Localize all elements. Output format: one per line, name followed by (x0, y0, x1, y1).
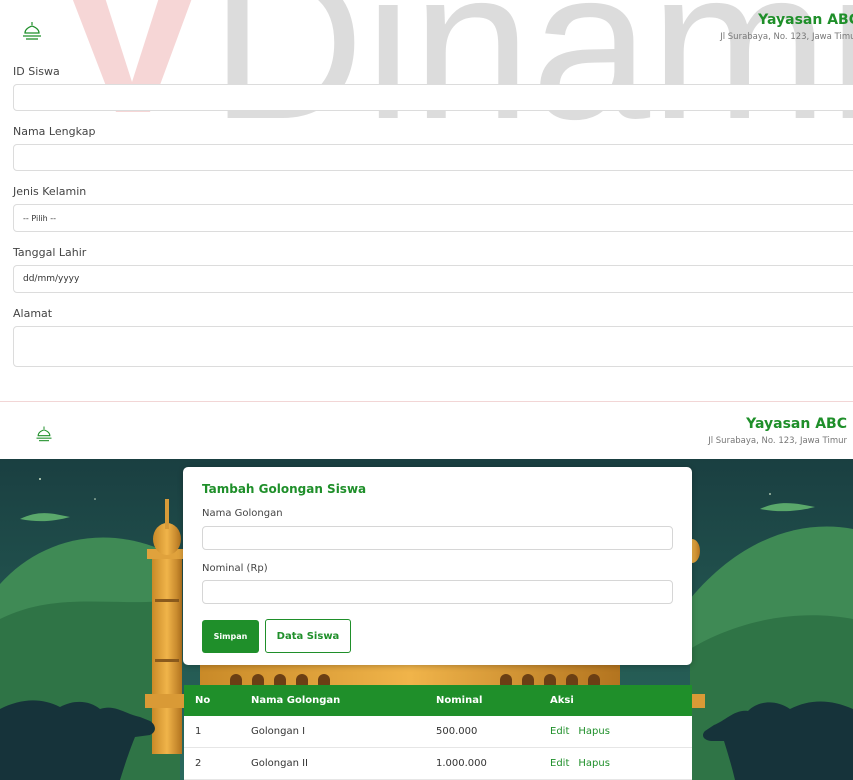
jenis-kelamin-label: Jenis Kelamin (13, 185, 87, 198)
nominal-input[interactable] (202, 580, 673, 604)
hapus-link[interactable]: Hapus (578, 726, 610, 737)
edit-link[interactable]: Edit (550, 758, 569, 769)
nama-lengkap-input[interactable] (13, 144, 853, 171)
hapus-link[interactable]: Hapus (578, 758, 610, 769)
nama-golongan-input[interactable] (202, 526, 673, 550)
row-nominal: 500.000 (436, 726, 478, 737)
brand-name: Yayasan ABC (746, 416, 847, 432)
page: Dinami Yayasan ABC Jl Surabaya, No. 123,… (0, 0, 853, 780)
id-siswa-input[interactable] (13, 84, 853, 111)
table-row: 2 Golongan II 1.000.000 Edit Hapus (184, 748, 692, 780)
nama-golongan-label: Nama Golongan (202, 508, 283, 519)
header-nominal: Nominal (436, 695, 483, 706)
nama-lengkap-label: Nama Lengkap (13, 125, 96, 138)
id-siswa-label: ID Siswa (13, 65, 60, 78)
brand: Yayasan ABC Jl Surabaya, No. 123, Jawa T… (708, 416, 847, 446)
row-nominal: 1.000.000 (436, 758, 487, 769)
student-form-screen: Dinami Yayasan ABC Jl Surabaya, No. 123,… (0, 0, 853, 395)
mosque-dome-icon (36, 426, 52, 442)
row-actions: Edit Hapus (550, 716, 619, 747)
header-no: No (195, 695, 211, 706)
edit-link[interactable]: Edit (550, 726, 569, 737)
row-nama: Golongan II (251, 758, 308, 769)
row-no: 1 (195, 726, 202, 737)
row-no: 2 (195, 758, 202, 769)
tanggal-lahir-input[interactable]: dd/mm/yyyy (13, 265, 853, 293)
brand-name: Yayasan ABC (758, 12, 853, 28)
row-nama: Golongan I (251, 726, 306, 737)
brand-address: Jl Surabaya, No. 123, Jawa Timur (720, 32, 853, 42)
mosque-dome-icon (23, 22, 41, 40)
brand: Yayasan ABC Jl Surabaya, No. 123, Jawa T… (720, 12, 853, 42)
tanggal-lahir-label: Tanggal Lahir (13, 246, 87, 259)
table-header: No Nama Golongan Nominal Aksi (184, 685, 692, 716)
jenis-kelamin-select[interactable]: -- Pilih -- (13, 204, 853, 232)
alamat-textarea[interactable] (13, 326, 853, 367)
header-aksi: Aksi (550, 695, 574, 706)
row-actions: Edit Hapus (550, 748, 619, 779)
brand-address: Jl Surabaya, No. 123, Jawa Timur (708, 436, 847, 446)
tambah-golongan-card: Tambah Golongan Siswa Nama Golongan Nomi… (183, 467, 692, 665)
nominal-label: Nominal (Rp) (202, 563, 268, 574)
table-row: 1 Golongan I 500.000 Edit Hapus (184, 716, 692, 748)
card-title: Tambah Golongan Siswa (202, 482, 367, 496)
simpan-button[interactable]: Simpan (202, 620, 259, 653)
data-siswa-button[interactable]: Data Siswa (265, 619, 351, 653)
golongan-table: No Nama Golongan Nominal Aksi 1 Golongan… (184, 685, 692, 780)
alamat-label: Alamat (13, 307, 53, 320)
header-nama-golongan: Nama Golongan (251, 695, 341, 706)
golongan-screen-header: Yayasan ABC Jl Surabaya, No. 123, Jawa T… (0, 402, 853, 459)
